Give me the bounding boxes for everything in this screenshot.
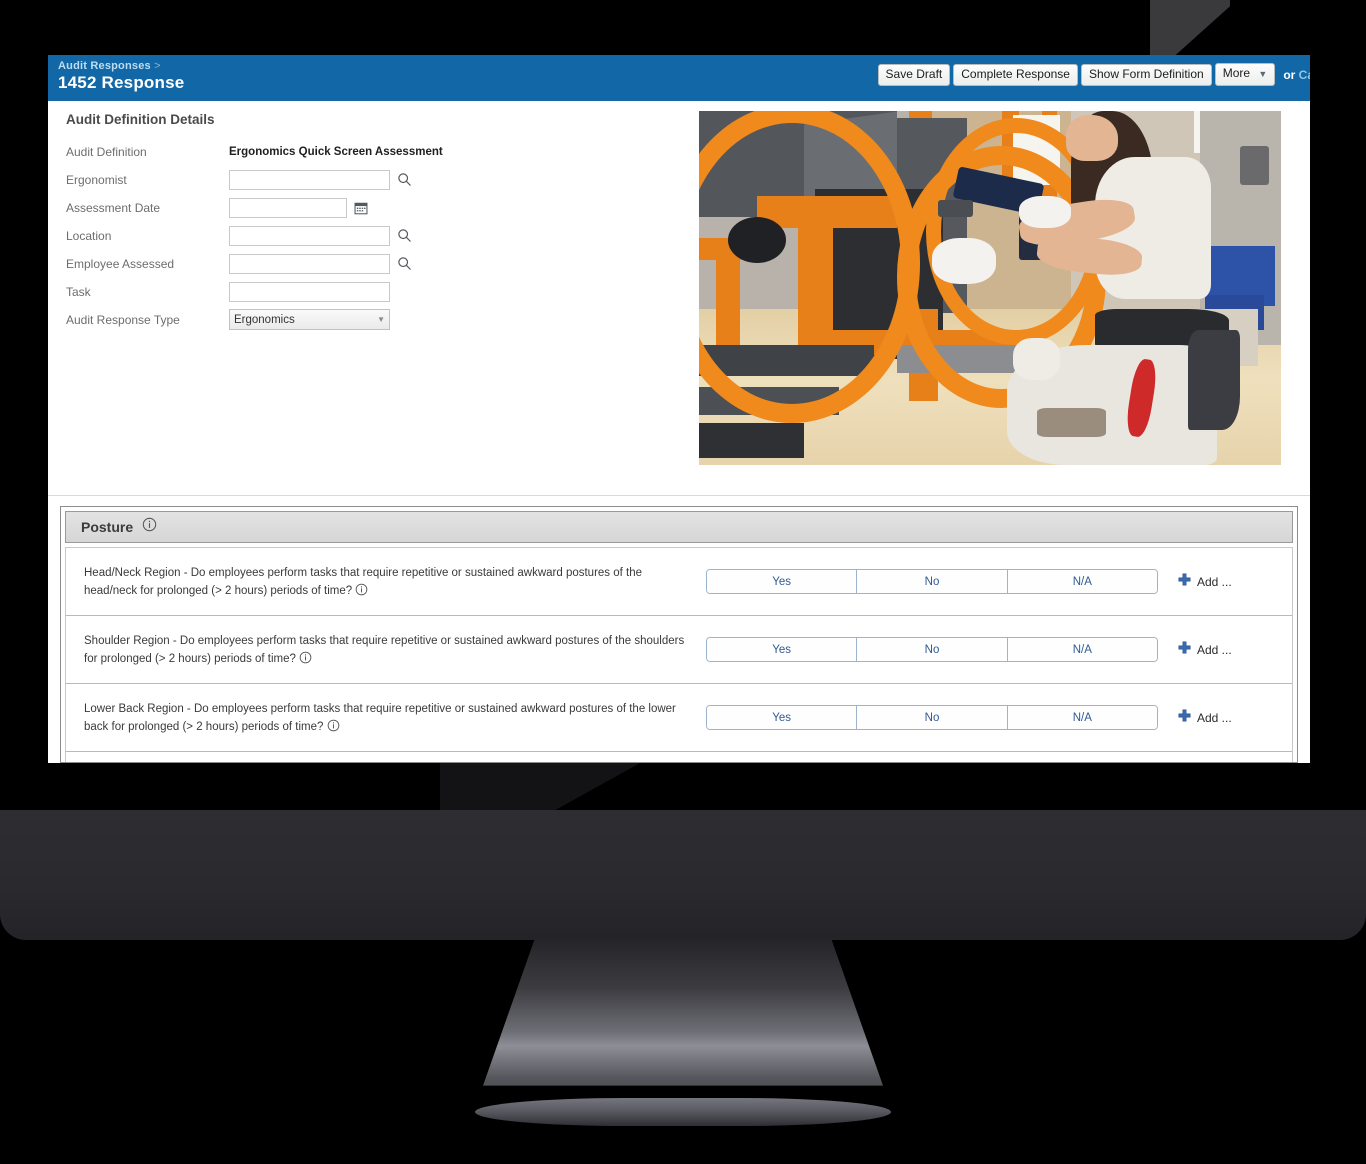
show-form-definition-label: Show Form Definition [1088,66,1204,81]
questions-list: Head/Neck Region - Do employees perform … [65,547,1293,762]
details-and-photo: Audit Definition Details Audit Definitio… [48,101,1310,496]
label-task: Task [66,284,91,299]
label-ergonomist: Ergonomist [66,172,127,187]
answer-option-na[interactable]: N/A [1006,570,1157,593]
info-icon[interactable] [142,517,157,537]
add-action[interactable]: Add ... [1178,640,1232,659]
field-row-task: Task [66,278,696,305]
posture-panel: Posture Head/Neck Region - Do employees … [60,506,1298,763]
answer-option-no[interactable]: No [856,638,1007,661]
add-action[interactable]: Add ... [1178,572,1232,591]
application-screen: Audit Responses > 1452 Response Save Dra… [48,55,1310,763]
more-label: More [1222,66,1251,80]
add-label: Add ... [1197,574,1232,589]
plus-icon [1178,708,1191,727]
app-header: Audit Responses > 1452 Response Save Dra… [48,55,1310,101]
details-section-title: Audit Definition Details [66,112,215,127]
answer-toggle-group: Yes No N/A [706,569,1158,594]
field-row-employee-assessed: Employee Assessed [66,250,696,277]
location-input[interactable] [229,225,390,246]
monitor-chin [0,810,1366,940]
answer-option-yes[interactable]: Yes [707,706,857,729]
or-text: or [1283,67,1296,82]
info-icon[interactable] [299,651,312,665]
photo-column [696,101,1310,495]
cancel-area: or Canc [1283,68,1310,82]
cancel-link[interactable]: Canc [1299,68,1310,82]
monitor-stand-foot [475,1098,891,1126]
field-row-audit-definition: Audit Definition Ergonomics Quick Screen… [66,138,696,165]
search-icon[interactable] [397,256,412,271]
field-row-ergonomist: Ergonomist [66,166,696,193]
chevron-down-icon: ▼ [1258,69,1268,79]
question-text: Shoulder Region - Do employees perform t… [66,632,706,668]
plus-icon [1178,572,1191,591]
breadcrumb-link[interactable]: Audit Responses [58,60,151,72]
calendar-icon[interactable] [354,201,368,215]
answer-toggle-group: Yes No N/A [706,705,1158,730]
complete-response-label: Complete Response [961,66,1070,81]
question-text: Head/Neck Region - Do employees perform … [66,564,706,600]
task-input[interactable] [229,281,390,302]
posture-section-title: Posture [81,519,134,535]
label-employee-assessed: Employee Assessed [66,256,175,271]
question-row: Lower Back Region - Do employees perform… [66,684,1292,752]
questionnaire-wrapper: Posture Head/Neck Region - Do employees … [48,496,1310,763]
question-text-line2: prolonged (> 2 hours) periods of time? [156,584,353,597]
answer-toggle-group: Yes No N/A [706,637,1158,662]
save-draft-label: Save Draft [885,66,943,81]
question-text-line2: prolonged (> 2 hours) periods of time? [100,652,296,665]
question-row: Head/Neck Region - Do employees perform … [66,548,1292,616]
add-action[interactable]: Add ... [1178,708,1232,727]
answer-option-na[interactable]: N/A [1006,638,1157,661]
field-row-location: Location [66,222,696,249]
more-button[interactable]: More ▼ [1214,63,1276,86]
question-text: Lower Back Region - Do employees perform… [66,700,706,736]
audit-response-type-value: Ergonomics [234,313,295,326]
monitor-scene: Audit Responses > 1452 Response Save Dra… [0,0,1366,1164]
search-icon[interactable] [397,172,412,187]
assessment-photo [699,111,1281,465]
ergonomist-input[interactable] [229,169,390,190]
label-location: Location [66,228,112,243]
add-label: Add ... [1197,710,1232,725]
label-audit-response-type: Audit Response Type [66,312,180,327]
header-toolbar: Save Draft Complete Response Show Form D… [877,63,1310,86]
show-form-definition-button[interactable]: Show Form Definition [1080,63,1212,86]
field-row-audit-response-type: Audit Response Type Ergonomics ▼ [66,306,696,333]
assessment-date-input[interactable] [229,197,347,218]
employee-assessed-input[interactable] [229,253,390,274]
monitor-stand-neck [483,938,883,1086]
label-assessment-date: Assessment Date [66,200,161,215]
complete-response-button[interactable]: Complete Response [953,63,1078,86]
search-icon[interactable] [397,228,412,243]
answer-option-yes[interactable]: Yes [707,638,857,661]
answer-option-na[interactable]: N/A [1006,706,1157,729]
plus-icon [1178,640,1191,659]
audit-definition-details-form: Audit Definition Details Audit Definitio… [48,101,696,495]
chevron-down-icon: ▼ [377,315,385,324]
question-row: Shoulder Region - Do employees perform t… [66,616,1292,684]
breadcrumb-separator: > [154,60,161,72]
add-label: Add ... [1197,642,1232,657]
question-text-line2: for prolonged (> 2 hours) periods of tim… [111,720,324,733]
field-row-assessment-date: Assessment Date [66,194,696,221]
audit-response-type-select[interactable]: Ergonomics ▼ [229,309,390,330]
question-row-partial [66,752,1292,762]
info-icon[interactable] [327,719,340,733]
bezel-corner-decoration-bottom-left [440,763,640,813]
posture-section-header: Posture [65,511,1293,543]
answer-option-no[interactable]: No [856,570,1007,593]
answer-option-yes[interactable]: Yes [707,570,857,593]
answer-option-no[interactable]: No [856,706,1007,729]
save-draft-button[interactable]: Save Draft [877,63,951,86]
label-audit-definition: Audit Definition [66,144,147,159]
value-audit-definition: Ergonomics Quick Screen Assessment [229,145,443,158]
info-icon[interactable] [355,583,368,597]
